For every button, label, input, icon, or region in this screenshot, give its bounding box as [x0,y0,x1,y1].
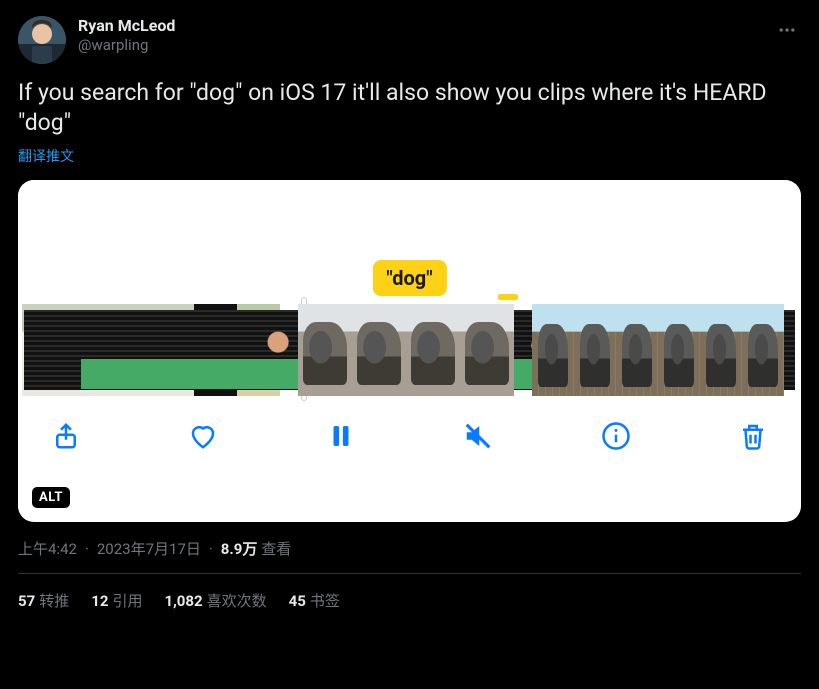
quotes-stat[interactable]: 12引用 [91,590,142,611]
media-attachment[interactable]: "dog" [18,180,801,522]
tweet-text: If you search for "dog" on iOS 17 it'll … [18,78,801,138]
tweet-meta: 上午4:42 2023年7月17日 8.9万 查看 [18,538,801,559]
clip-group[interactable] [22,304,280,396]
author-name: Ryan McLeod [78,16,773,35]
author-block[interactable]: Ryan McLeod @warpling [78,16,773,54]
media-header-area: "dog" [18,180,801,304]
translate-link[interactable]: 翻译推文 [18,146,801,166]
share-icon[interactable] [48,418,84,454]
tweet-header: Ryan McLeod @warpling [18,16,801,64]
likes-stat[interactable]: 1,082喜欢次数 [164,590,266,611]
retweets-stat[interactable]: 57转推 [18,590,69,611]
caption-bubble: "dog" [372,260,446,296]
mute-icon[interactable] [460,418,496,454]
views-count[interactable]: 8.9万 [221,538,258,559]
tweet-stats: 57转推 12引用 1,082喜欢次数 45书签 [18,574,801,611]
clip-group[interactable] [532,304,784,396]
video-timeline[interactable] [18,304,801,396]
tweet-time[interactable]: 上午4:42 [18,538,77,559]
tweet-container: Ryan McLeod @warpling If you search for … [0,0,819,611]
caption-marker [498,294,518,300]
media-toolbar [18,396,801,454]
trash-icon[interactable] [735,418,771,454]
more-icon[interactable] [773,16,801,49]
heart-icon[interactable] [185,418,221,454]
avatar[interactable] [18,16,66,64]
author-handle: @warpling [78,36,773,54]
views-label: 查看 [261,538,291,559]
pause-icon[interactable] [323,418,359,454]
bookmarks-stat[interactable]: 45书签 [289,590,340,611]
info-icon[interactable] [598,418,634,454]
alt-badge[interactable]: ALT [32,487,70,508]
clip-group[interactable] [298,304,514,396]
tweet-date[interactable]: 2023年7月17日 [97,538,201,559]
